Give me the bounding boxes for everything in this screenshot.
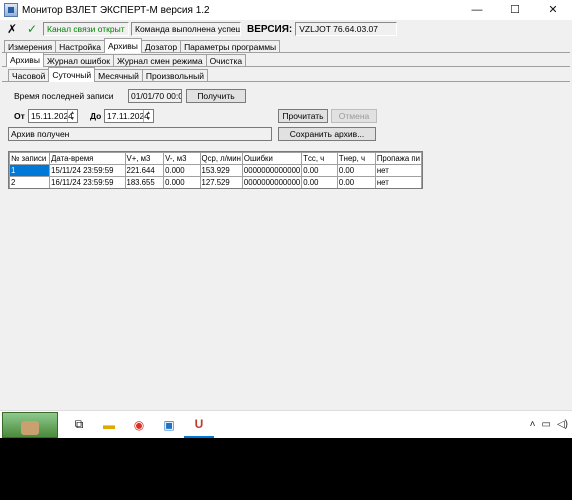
table-cell[interactable]: 0.000 bbox=[163, 176, 201, 188]
main-tabs: Измерения Настройка Архивы Дозатор Парам… bbox=[4, 38, 281, 53]
column-header[interactable]: Qср, л/мин bbox=[199, 152, 243, 165]
column-header[interactable]: Ошибки bbox=[241, 152, 303, 165]
table-cell[interactable]: 0000000000000 bbox=[241, 176, 303, 188]
column-header[interactable]: V-, м3 bbox=[163, 152, 201, 165]
close-button[interactable]: ✕ bbox=[534, 0, 572, 20]
command-status: Команда выполнена успешно bbox=[131, 22, 241, 36]
archive-table[interactable]: № записи Дата-время V+, м3 V-, м3 Qср, л… bbox=[8, 151, 423, 189]
tab-archives-sub[interactable]: Архивы bbox=[6, 52, 44, 67]
column-header[interactable]: Tнер, ч bbox=[336, 152, 376, 165]
table-row[interactable]: 1 15/11/24 23:59:59 221.644 0.000 153.92… bbox=[9, 164, 422, 177]
table-cell[interactable]: 16/11/24 23:59:59 bbox=[49, 176, 126, 188]
table-cell[interactable]: 0000000000000 bbox=[241, 164, 303, 177]
app-window: Монитор ВЗЛЕТ ЭКСПЕРТ-М версия 1.2 — ☐ ✕… bbox=[0, 0, 572, 410]
remote-desktop-icon[interactable]: ▣ bbox=[154, 412, 184, 438]
table-cell[interactable]: 0.00 bbox=[336, 176, 376, 188]
minimize-button[interactable]: — bbox=[458, 0, 496, 20]
table-cell[interactable]: 221.644 bbox=[124, 164, 165, 177]
get-button[interactable]: Получить bbox=[186, 89, 246, 103]
table-cell[interactable]: 15/11/24 23:59:59 bbox=[49, 164, 126, 177]
from-date-input[interactable]: 15.11.2024 ▲ ▼ bbox=[28, 109, 78, 123]
table-cell[interactable]: 0.00 bbox=[301, 164, 338, 177]
column-header[interactable]: № записи bbox=[9, 152, 51, 165]
network-icon[interactable]: ▭ bbox=[542, 419, 551, 430]
table-cell[interactable]: 0.000 bbox=[163, 164, 201, 177]
table-cell[interactable]: 0.00 bbox=[301, 176, 338, 188]
version-value: VZLJOT 76.64.03.07 bbox=[295, 22, 398, 36]
taskbar: ⧉ ▬ ◉ ▣ U ˄ ▭ ◁) bbox=[0, 410, 572, 438]
column-header[interactable]: Пропажа пи bbox=[374, 152, 422, 165]
table-cell[interactable]: 153.929 bbox=[199, 164, 243, 177]
save-archive-button[interactable]: Сохранить архив... bbox=[278, 127, 376, 141]
table-cell[interactable]: 0.00 bbox=[336, 164, 376, 177]
column-header[interactable]: Дата-время bbox=[49, 152, 126, 165]
sub-tabs: Архивы Журнал ошибок Журнал смен режима … bbox=[6, 52, 247, 67]
table-cell[interactable]: 2 bbox=[9, 176, 51, 188]
column-header[interactable]: Tсс, ч bbox=[301, 152, 338, 165]
chrome-icon[interactable]: ◉ bbox=[124, 412, 154, 438]
channel-status: Канал связи открыт bbox=[43, 22, 129, 36]
status-row: ✗ ✓ Канал связи открыт Команда выполнена… bbox=[0, 20, 572, 38]
table-cell[interactable]: 127.529 bbox=[199, 176, 243, 188]
table-cell[interactable]: 1 bbox=[9, 164, 51, 177]
archive-status: Архив получен bbox=[8, 127, 272, 141]
maximize-button[interactable]: ☐ bbox=[496, 0, 534, 20]
disconnect-icon[interactable]: ✗ bbox=[4, 21, 20, 37]
from-label: От bbox=[14, 111, 25, 121]
read-button[interactable]: Прочитать bbox=[278, 109, 328, 123]
last-record-label: Время последней записи bbox=[14, 91, 114, 101]
from-date-spinner[interactable]: ▲ ▼ bbox=[67, 110, 77, 122]
cancel-button[interactable]: Отмена bbox=[331, 109, 377, 123]
table-cell[interactable]: нет bbox=[374, 176, 422, 188]
vzljot-monitor-icon[interactable]: U bbox=[184, 412, 214, 438]
volume-icon[interactable]: ◁) bbox=[557, 419, 568, 430]
connect-icon[interactable]: ✓ bbox=[24, 21, 40, 37]
system-tray: ˄ ▭ ◁) bbox=[524, 419, 572, 430]
column-header[interactable]: V+, м3 bbox=[124, 152, 165, 165]
file-explorer-icon[interactable]: ▬ bbox=[94, 412, 124, 438]
to-date-input[interactable]: 17.11.2024 ▲ ▼ bbox=[104, 109, 154, 123]
archive-tabs: Часовой Суточный Месячный Произвольный bbox=[8, 67, 208, 82]
to-label: До bbox=[90, 111, 102, 121]
app-icon bbox=[4, 3, 18, 17]
window-title: Монитор ВЗЛЕТ ЭКСПЕРТ-М версия 1.2 bbox=[22, 4, 210, 16]
table-header: № записи Дата-время V+, м3 V-, м3 Qср, л… bbox=[9, 152, 422, 165]
last-record-value: 01/01/70 00:00:00 bbox=[128, 89, 182, 103]
chevron-up-icon[interactable]: ˄ bbox=[530, 419, 536, 430]
task-view-icon[interactable]: ⧉ bbox=[64, 412, 94, 438]
start-button[interactable] bbox=[2, 411, 58, 438]
tab-daily[interactable]: Суточный bbox=[48, 67, 96, 82]
to-date-spinner[interactable]: ▲ ▼ bbox=[143, 110, 153, 122]
table-cell[interactable]: 183.655 bbox=[124, 176, 165, 188]
version-label: ВЕРСИЯ: bbox=[247, 23, 293, 35]
table-row[interactable]: 2 16/11/24 23:59:59 183.655 0.000 127.52… bbox=[9, 176, 422, 188]
title-bar: Монитор ВЗЛЕТ ЭКСПЕРТ-М версия 1.2 — ☐ ✕ bbox=[0, 0, 572, 20]
table-cell[interactable]: нет bbox=[374, 164, 422, 177]
tab-archives[interactable]: Архивы bbox=[103, 38, 142, 53]
